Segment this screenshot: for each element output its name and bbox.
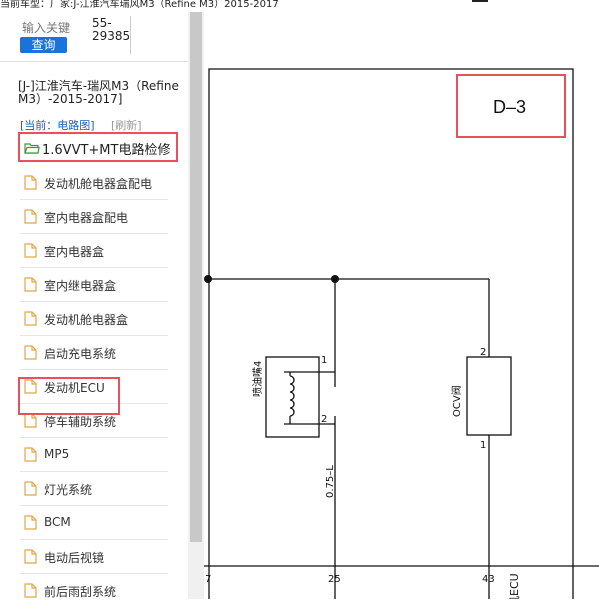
tree-item-label: 灯光系统 <box>44 483 93 497</box>
document-icon <box>24 345 37 360</box>
tree-item[interactable]: 灯光系统 <box>20 472 168 506</box>
tree-item[interactable]: 室内电器盒配电 <box>20 200 168 234</box>
sidebar: 输入关键 查询 55- 29385 [J-]江淮汽车-瑞风M3（Refine M… <box>0 12 188 599</box>
query-button[interactable]: 查询 <box>20 37 67 53</box>
tree-item-label: 电动后视镜 <box>44 551 105 565</box>
current-view-link[interactable]: [当前：电路图] <box>20 117 95 133</box>
junction-dot <box>204 275 212 283</box>
tree-item-label: 室内继电器盒 <box>44 279 117 293</box>
tree-item[interactable]: BCM <box>20 506 168 540</box>
tree-item[interactable]: 发动机舱电器盒配电 <box>20 166 168 200</box>
document-icon <box>24 481 37 496</box>
close-glyph[interactable] <box>472 0 488 2</box>
search-input[interactable]: 输入关键 <box>22 19 70 36</box>
tree-item-label: MP5 <box>44 447 70 461</box>
window-title-bar: 当前车型：厂家:J-江淮汽车瑞风M3（Refine M3）2015-2017 <box>0 0 599 12</box>
ecu-label: 机ECU <box>507 573 521 599</box>
document-icon <box>24 209 37 224</box>
document-icon <box>24 515 37 530</box>
pin-label: 25 <box>328 574 341 585</box>
document-icon <box>24 549 37 564</box>
tree-item-label: 室内电器盒 <box>44 245 105 259</box>
tree-item-label: 停车辅助系统 <box>44 415 117 429</box>
tree-item[interactable]: 发动机舱电器盒 <box>20 302 168 336</box>
pin-label: 43 <box>482 574 495 585</box>
tree-item-label: 室内电器盒配电 <box>44 211 129 225</box>
diagram-code: D–3 <box>493 97 526 117</box>
sidebar-scrollbar[interactable] <box>188 12 204 599</box>
pin-label: 1 <box>321 355 327 366</box>
junction-dot <box>331 275 339 283</box>
pin-label: 7 <box>205 574 211 585</box>
injector-label: 喷油嘴4 <box>251 361 264 397</box>
document-icon <box>24 447 37 462</box>
ocv-label: OCV阀 <box>450 385 463 417</box>
tree-item[interactable]: 前后雨刮系统 <box>20 574 168 599</box>
tree-item-label: 发动机舱电器盒配电 <box>44 177 153 191</box>
diagram-canvas: D–3 喷油嘴4 OCV阀 0.75–L 1 2 2 1 7 25 43 机EC… <box>204 12 599 603</box>
tree-item[interactable]: 室内继电器盒 <box>20 268 168 302</box>
pin-label: 2 <box>480 347 486 358</box>
tree-item-label: BCM <box>44 515 71 529</box>
vehicle-title: [J-]江淮汽车-瑞风M3（Refine M3）-2015-2017] <box>18 79 179 106</box>
tree-item[interactable]: 电动后视镜 <box>20 540 168 574</box>
divider <box>0 61 188 62</box>
vehicle-code: 55- 29385 <box>92 16 131 43</box>
document-icon <box>24 311 37 326</box>
document-icon <box>24 175 37 190</box>
document-icon <box>24 583 37 598</box>
tree-folder[interactable]: 1.6VVT+MT电路检修 <box>18 132 178 162</box>
pin-label: 1 <box>480 440 486 451</box>
scrollbar-thumb[interactable] <box>190 12 202 542</box>
wiring-diagram: D–3 喷油嘴4 OCV阀 0.75–L 1 2 2 1 7 25 43 机EC… <box>204 68 599 603</box>
document-icon <box>24 277 37 292</box>
folder-open-icon <box>24 143 40 154</box>
vehicle-title-text: 当前车型：厂家:J-江淮汽车瑞风M3（Refine M3）2015-2017 <box>0 0 279 10</box>
selected-item-highlight <box>18 377 120 415</box>
tree-folder-label: 1.6VVT+MT电路检修 <box>42 143 171 158</box>
wire-label: 0.75–L <box>325 465 336 498</box>
document-icon <box>24 413 37 428</box>
refresh-link[interactable]: [刷新] <box>111 117 142 133</box>
tree-item-label: 发动机舱电器盒 <box>44 313 129 327</box>
tree-item[interactable]: 启动充电系统 <box>20 336 168 370</box>
pin-label: 2 <box>321 414 327 425</box>
tree-item[interactable]: MP5 <box>20 438 168 472</box>
tree-item[interactable]: 室内电器盒 <box>20 234 168 268</box>
document-icon <box>24 243 37 258</box>
tree-item-label: 启动充电系统 <box>44 347 117 361</box>
tree-item-label: 前后雨刮系统 <box>44 585 117 599</box>
